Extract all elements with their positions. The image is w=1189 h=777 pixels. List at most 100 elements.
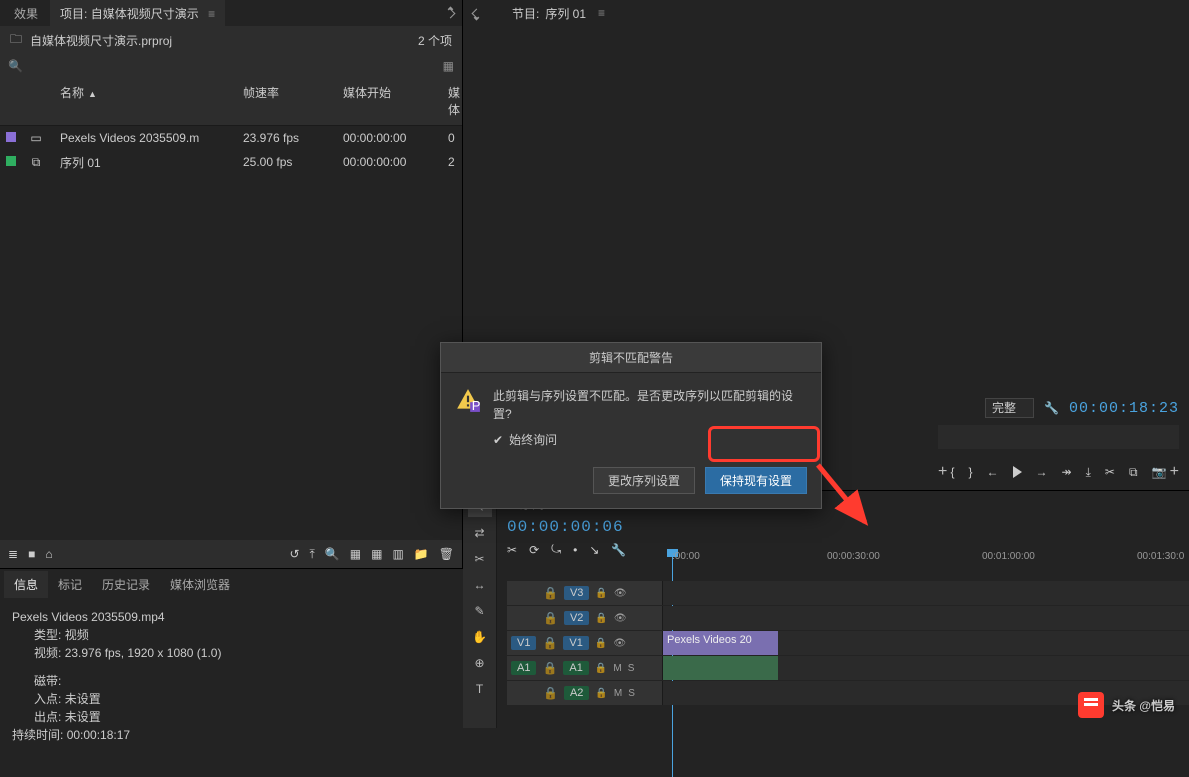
col-name[interactable]: 名称▲ (54, 81, 237, 121)
track-toggle[interactable]: S (628, 688, 635, 699)
transport-button[interactable]: ⤓ (1086, 465, 1091, 480)
footer-button[interactable]: ▥ (392, 547, 403, 562)
transport-button[interactable]: ✂ (1105, 465, 1115, 479)
track-lock-icon[interactable]: 🔒 (542, 661, 557, 675)
add-marker-button[interactable]: + (938, 463, 947, 481)
track-toggle[interactable]: 🔒 (595, 688, 607, 699)
track-target[interactable]: V2 (564, 611, 589, 625)
project-item[interactable]: ▭ Pexels Videos 2035509.m 23.976 fps 00:… (0, 126, 462, 150)
filter-icon[interactable]: ▦ (443, 59, 454, 73)
always-ask-checkbox[interactable]: ✔ 始终询问 (493, 431, 807, 449)
timeline-clip[interactable] (663, 656, 778, 680)
timeline-option[interactable]: ⤿ (551, 542, 561, 557)
track-toggle[interactable]: 👁 (613, 638, 626, 649)
info-tab[interactable]: 标记 (48, 571, 92, 598)
timeline-option[interactable]: ↘ (589, 543, 599, 557)
footer-button[interactable]: ⤒ (310, 547, 315, 562)
zoom-select[interactable]: 完整 (985, 398, 1034, 418)
track-source-patch[interactable]: V1 (511, 636, 536, 650)
footer-button[interactable]: ⌂ (45, 547, 52, 561)
program-timecode[interactable]: 00:00:18:23 (1069, 400, 1179, 417)
track-target[interactable]: V3 (564, 586, 589, 600)
item-name: 序列 01 (54, 151, 237, 174)
footer-button[interactable]: 🗑 (439, 547, 454, 562)
footer-button[interactable]: ■ (28, 547, 35, 561)
panel-collapse-icon[interactable] (472, 8, 482, 18)
track-toggle[interactable]: 👁 (614, 588, 627, 599)
track-toggle[interactable]: 🔒 (595, 588, 607, 599)
timeline-option[interactable]: ⟳ (529, 543, 539, 557)
track-toggle[interactable]: 🔒 (595, 638, 607, 649)
timeline-tool[interactable]: ✂ (468, 549, 492, 569)
settings-wrench-icon[interactable]: 🔧 (1044, 401, 1059, 415)
program-menu-icon[interactable]: ≡ (598, 6, 605, 20)
project-item[interactable]: ⧉ 序列 01 25.00 fps 00:00:00:00 2 (0, 150, 462, 174)
timeline-timecode[interactable]: 00:00:00:06 (497, 516, 1189, 538)
timeline-ruler[interactable]: :00:0000:00:30:0000:01:00:0000:01:30:0 (672, 551, 1189, 577)
ruler-tick: 00:01:30:0 (1137, 551, 1184, 562)
transport-button[interactable]: → (1036, 465, 1048, 479)
track-toggle[interactable]: S (628, 663, 635, 674)
footer-button[interactable]: ≣ (8, 547, 18, 561)
info-in-value: 未设置 (65, 692, 101, 706)
tab-menu-icon[interactable]: ≡ (208, 7, 215, 21)
program-ruler[interactable] (938, 425, 1179, 449)
timeline-tool[interactable]: T (468, 679, 492, 699)
program-tab-prefix: 节目: (512, 5, 539, 22)
track-lock-icon[interactable]: 🔒 (542, 636, 557, 650)
ruler-tick: 00:01:00:00 (982, 551, 1035, 562)
keep-settings-button[interactable]: 保持现有设置 (705, 467, 807, 494)
timeline-option[interactable]: • (573, 543, 577, 557)
track-toggle[interactable]: 🔒 (595, 613, 607, 624)
transport-button[interactable]: ⧉ (1129, 465, 1138, 480)
track-lock-icon[interactable]: 🔒 (543, 586, 558, 600)
track-target[interactable]: A2 (564, 686, 589, 700)
tab-effects[interactable]: 效果 (4, 0, 48, 27)
search-icon[interactable]: 🔍 (8, 59, 23, 73)
info-tab[interactable]: 信息 (4, 571, 48, 598)
track-lock-icon[interactable]: 🔒 (543, 611, 558, 625)
track-lane[interactable] (662, 606, 1189, 630)
timeline-option[interactable]: 🔧 (611, 543, 626, 557)
transport-button[interactable]: { (951, 465, 955, 479)
footer-button[interactable]: ↺ (289, 547, 299, 562)
footer-button[interactable]: ▦ (350, 547, 361, 562)
info-tab[interactable]: 历史记录 (92, 571, 160, 598)
change-sequence-button[interactable]: 更改序列设置 (593, 467, 695, 494)
project-item-list: ▭ Pexels Videos 2035509.m 23.976 fps 00:… (0, 126, 462, 174)
timeline-clip[interactable]: Pexels Videos 20 (663, 631, 778, 655)
track-target[interactable]: V1 (563, 636, 588, 650)
footer-button[interactable]: 📁 (414, 547, 429, 562)
transport-button[interactable]: ← (987, 465, 999, 479)
timeline-option[interactable]: ✂ (507, 543, 517, 557)
col-end[interactable]: 媒体 (442, 81, 462, 121)
footer-button[interactable]: 🔍 (325, 547, 340, 562)
timeline-tool[interactable]: ⊕ (468, 653, 492, 673)
transport-button[interactable]: } (969, 465, 973, 479)
track-lane[interactable] (662, 656, 1189, 680)
timeline-tool[interactable]: ↔ (468, 575, 492, 595)
transport-button[interactable] (1013, 466, 1022, 478)
transport-button[interactable]: 📷 (1152, 465, 1167, 479)
timeline-tool[interactable]: ⇄ (468, 523, 492, 543)
track-source-patch[interactable]: A1 (511, 661, 536, 675)
track-toggle[interactable]: M (614, 688, 622, 699)
track-target[interactable]: A1 (563, 661, 588, 675)
track-toggle[interactable]: 👁 (614, 613, 627, 624)
footer-button[interactable]: ▦ (371, 547, 382, 562)
track-toggle[interactable]: 🔒 (595, 663, 607, 674)
track-lane[interactable]: Pexels Videos 20 (662, 631, 1189, 655)
col-fps[interactable]: 帧速率 (237, 81, 337, 121)
track-toggle[interactable]: M (613, 663, 621, 674)
panel-overflow-icon[interactable] (446, 8, 456, 18)
timeline-tool[interactable]: ✋ (468, 627, 492, 647)
timeline-toolbar: ↖⇄✂↔✎✋⊕T (463, 491, 497, 728)
track-lane[interactable] (662, 581, 1189, 605)
transport-button[interactable]: ↠ (1062, 465, 1072, 479)
info-tab[interactable]: 媒体浏览器 (160, 571, 240, 598)
tab-project[interactable]: 项目: 自媒体视频尺寸演示 ≡ (50, 0, 225, 27)
col-start[interactable]: 媒体开始 (337, 81, 442, 121)
timeline-tool[interactable]: ✎ (468, 601, 492, 621)
add-button-right[interactable]: + (1170, 463, 1179, 481)
track-lock-icon[interactable]: 🔒 (543, 686, 558, 700)
